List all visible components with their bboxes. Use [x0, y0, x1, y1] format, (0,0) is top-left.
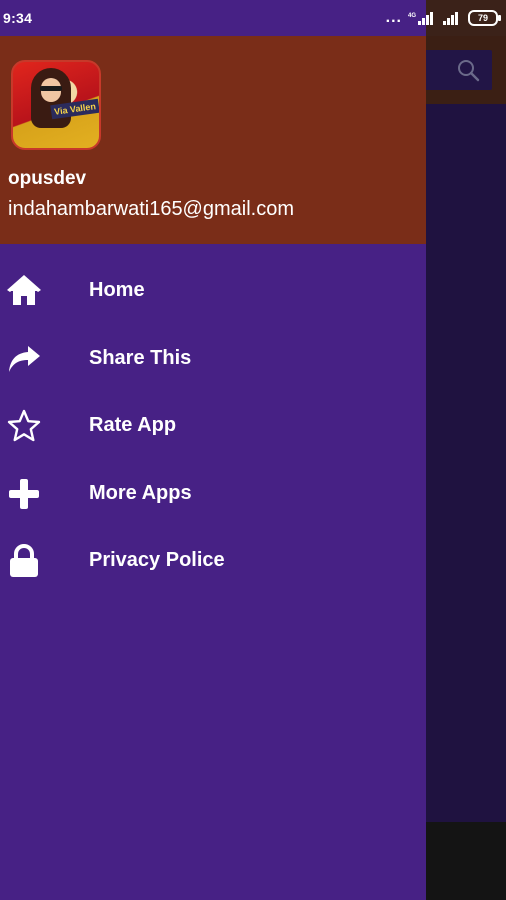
avatar[interactable]: Via Vallen	[11, 60, 101, 150]
network-label: 4G	[408, 13, 416, 19]
menu-item-label: Rate App	[89, 414, 177, 436]
signal-icon	[443, 12, 458, 25]
notification-dots: ...	[385, 9, 402, 26]
lock-icon	[10, 543, 38, 577]
profile-name: opusdev	[8, 168, 87, 189]
menu-item-rate[interactable]: Rate App	[0, 392, 426, 460]
menu-item-label: Share This	[89, 346, 192, 369]
menu-item-home[interactable]: Home	[0, 257, 426, 325]
plus-icon	[9, 478, 39, 509]
profile-email: indahambarwati165@gmail.com	[8, 198, 294, 220]
menu-item-share[interactable]: Share This	[0, 325, 426, 393]
menu-item-label: Privacy Police	[89, 549, 225, 571]
home-icon	[7, 275, 41, 305]
battery-icon: 79	[468, 10, 501, 26]
status-bar: 9:34 ... 4G 79	[0, 0, 506, 36]
status-icons: ... 4G 79	[386, 10, 506, 26]
drawer-header: Via Vallen opusdev indahambarwati165@gma…	[0, 36, 426, 244]
menu-item-more-apps[interactable]: More Apps	[0, 460, 426, 528]
navigation-drawer: Via Vallen opusdev indahambarwati165@gma…	[0, 0, 426, 900]
share-icon	[9, 345, 40, 372]
menu-item-label: More Apps	[89, 481, 192, 504]
menu-item-privacy[interactable]: Privacy Police	[0, 527, 426, 595]
menu-item-label: Home	[89, 279, 145, 301]
status-time: 9:34	[3, 10, 33, 26]
search-icon	[458, 60, 480, 82]
star-icon	[7, 409, 41, 442]
signal-4g-icon: 4G	[408, 12, 433, 25]
drawer-menu: Home Share This Rate App More Apps Priva…	[0, 257, 426, 595]
